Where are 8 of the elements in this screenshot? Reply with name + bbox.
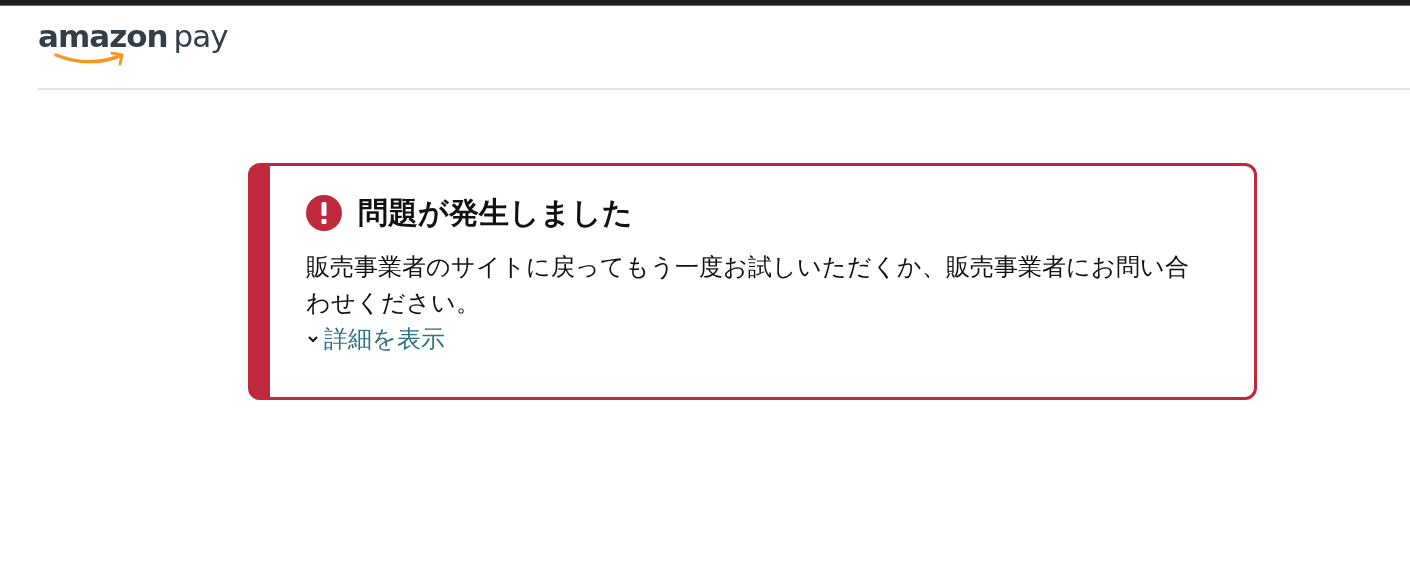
alert-message: 販売事業者のサイトに戻ってもう一度お試しいただくか、販売事業者にお問い合わせください。 (306, 252, 1190, 318)
logo-product-text: pay (173, 18, 228, 54)
logo-brand-text: amazon (38, 18, 168, 54)
smile-arrow-icon (54, 52, 126, 66)
alert-title: 問題が発生しました (358, 195, 633, 231)
exclamation-icon (306, 195, 342, 231)
show-details-link[interactable]: 詳細を表示 (306, 321, 445, 357)
chevron-icon (306, 334, 320, 344)
